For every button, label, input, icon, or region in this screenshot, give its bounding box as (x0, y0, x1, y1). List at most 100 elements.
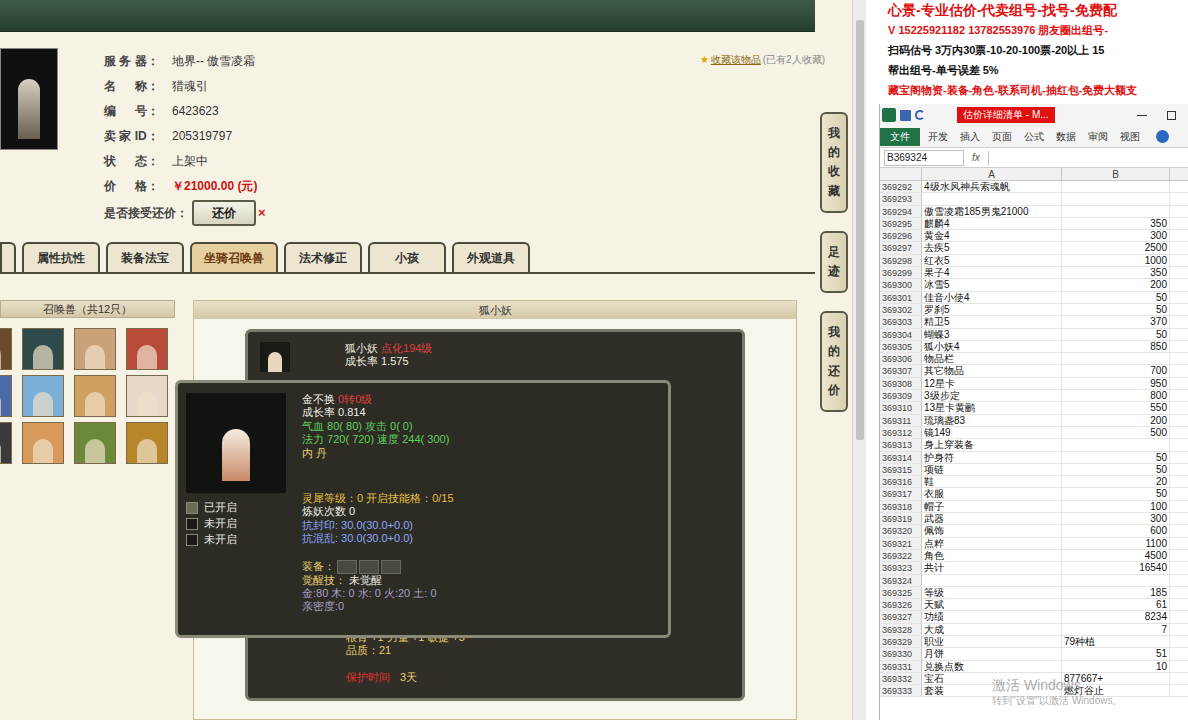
cell-b[interactable]: 50 (1062, 452, 1170, 463)
pet-avatar[interactable] (126, 375, 168, 417)
cell-a[interactable]: 护身符 (922, 452, 1062, 463)
cell-b[interactable] (1062, 181, 1170, 192)
cell-b[interactable]: 4500 (1062, 550, 1170, 561)
cell-b[interactable]: 300 (1062, 230, 1170, 241)
cell-a[interactable]: 佩饰 (922, 525, 1062, 536)
cell-a[interactable]: 傲雪凌霜185男鬼21000 (922, 206, 1062, 217)
cell-a[interactable]: 大成 (922, 624, 1062, 635)
tab[interactable]: 小孩 (368, 242, 446, 272)
cell-a[interactable]: 冰雪5 (922, 279, 1062, 290)
cell-a[interactable]: 13星卡黄鹂 (922, 402, 1062, 413)
cell-a[interactable]: 点粹 (922, 538, 1062, 549)
ribbon-tab[interactable]: 页面 (988, 128, 1016, 146)
cell-a[interactable]: 精卫5 (922, 316, 1062, 327)
cell-a[interactable]: 职业 (922, 636, 1062, 647)
pet-avatar[interactable] (74, 328, 116, 370)
cell-a[interactable]: 帽子 (922, 501, 1062, 512)
cell-a[interactable]: 功绩 (922, 611, 1062, 622)
cell-b[interactable]: 1100 (1062, 538, 1170, 549)
cell-b[interactable]: 20 (1062, 476, 1170, 487)
tab[interactable]: 装备法宝 (106, 242, 184, 272)
cell-b[interactable]: 79种植 (1062, 636, 1170, 647)
cell-b[interactable] (1062, 353, 1170, 364)
minimize-icon[interactable] (1137, 115, 1147, 116)
cell-b[interactable]: 350 (1062, 218, 1170, 229)
bargain-button[interactable]: 还价 (192, 200, 256, 226)
cell-b[interactable]: 50 (1062, 292, 1170, 303)
cell-b[interactable] (1062, 206, 1170, 217)
cell-a[interactable]: 镜149 (922, 427, 1062, 438)
cell-b[interactable]: 370 (1062, 316, 1170, 327)
cell-a[interactable]: 衣服 (922, 488, 1062, 499)
cell-b[interactable]: 300 (1062, 513, 1170, 524)
cell-a[interactable]: 红衣5 (922, 255, 1062, 266)
cell-b[interactable]: 50 (1062, 464, 1170, 475)
pet-avatar[interactable] (126, 422, 168, 464)
cell-a[interactable]: 狐小妖4 (922, 341, 1062, 352)
pet-avatar[interactable] (22, 328, 64, 370)
cell-b[interactable]: 185 (1062, 587, 1170, 598)
cell-b[interactable]: 16540 (1062, 562, 1170, 573)
cell-b[interactable]: 50 (1062, 329, 1170, 340)
cell-a[interactable]: 3级步定 (922, 390, 1062, 401)
pet-avatar[interactable] (126, 328, 168, 370)
cell-a[interactable]: 兑换点数 (922, 661, 1062, 672)
side-nav-button[interactable]: 足迹 (820, 231, 848, 293)
cell-b[interactable]: 50 (1062, 488, 1170, 499)
cell-a[interactable]: 武器 (922, 513, 1062, 524)
cell-b[interactable]: 61 (1062, 599, 1170, 610)
ribbon-tab[interactable]: 开发 (924, 128, 952, 146)
cell-b[interactable]: 550 (1062, 402, 1170, 413)
pet-avatar[interactable] (0, 375, 12, 417)
cell-a[interactable]: 鞋 (922, 476, 1062, 487)
cell-a[interactable] (922, 193, 1062, 204)
cell-a[interactable]: 其它物品 (922, 365, 1062, 376)
cell-a[interactable]: 琉璃盏83 (922, 415, 1062, 426)
cell-b[interactable] (1062, 575, 1170, 586)
bargain-close[interactable]: × (258, 203, 266, 223)
formula-input[interactable] (988, 151, 1184, 165)
tab[interactable]: 坐骑召唤兽 (190, 242, 278, 272)
cell-a[interactable]: 身上穿装备 (922, 439, 1062, 450)
cell-b[interactable]: 1000 (1062, 255, 1170, 266)
cell-a[interactable]: 角色 (922, 550, 1062, 561)
cell-b[interactable] (1062, 439, 1170, 450)
cell-a[interactable]: 4级水风神兵索魂帆 (922, 181, 1062, 192)
cell-a[interactable]: 果子4 (922, 267, 1062, 278)
tab[interactable]: 属性抗性 (22, 242, 100, 272)
maximize-icon[interactable] (1167, 111, 1176, 120)
cell-b[interactable]: 7 (1062, 624, 1170, 635)
cell-a[interactable]: 项链 (922, 464, 1062, 475)
collect-link[interactable]: ★收藏该物品(已有2人收藏) (700, 52, 825, 238)
cell-a[interactable]: 麒麟4 (922, 218, 1062, 229)
pet-avatar[interactable] (22, 422, 64, 464)
cell-b[interactable]: 100 (1062, 501, 1170, 512)
name-box[interactable]: B369324 (884, 150, 964, 166)
cell-a[interactable]: 月饼 (922, 648, 1062, 659)
cell-a[interactable]: 罗刹5 (922, 304, 1062, 315)
cell-a[interactable]: 12星卡 (922, 378, 1062, 389)
cell-b[interactable]: 800 (1062, 390, 1170, 401)
cell-a[interactable] (922, 575, 1062, 586)
pet-avatar[interactable] (74, 422, 116, 464)
pet-avatar[interactable] (0, 422, 12, 464)
cell-b[interactable]: 700 (1062, 365, 1170, 376)
cell-a[interactable]: 等级 (922, 587, 1062, 598)
page-scrollbar[interactable] (852, 0, 866, 720)
cell-b[interactable]: 200 (1062, 279, 1170, 290)
cell-a[interactable]: 佳音小使4 (922, 292, 1062, 303)
cell-a[interactable]: 去疾5 (922, 242, 1062, 253)
ribbon-tab[interactable]: 插入 (956, 128, 984, 146)
side-nav-button[interactable]: 我的收藏 (820, 112, 848, 213)
pet-avatar[interactable] (22, 375, 64, 417)
ribbon-tab[interactable]: 文件 (880, 128, 920, 146)
cell-b[interactable]: 500 (1062, 427, 1170, 438)
cell-b[interactable]: 350 (1062, 267, 1170, 278)
tab[interactable]: 法术修正 (284, 242, 362, 272)
tab[interactable]: 外观道具 (452, 242, 530, 272)
cell-a[interactable]: 蝴蝶3 (922, 329, 1062, 340)
cell-b[interactable]: 2500 (1062, 242, 1170, 253)
ribbon-tab[interactable]: 公式 (1020, 128, 1048, 146)
cell-b[interactable]: 51 (1062, 648, 1170, 659)
cell-b[interactable]: 8234 (1062, 611, 1170, 622)
